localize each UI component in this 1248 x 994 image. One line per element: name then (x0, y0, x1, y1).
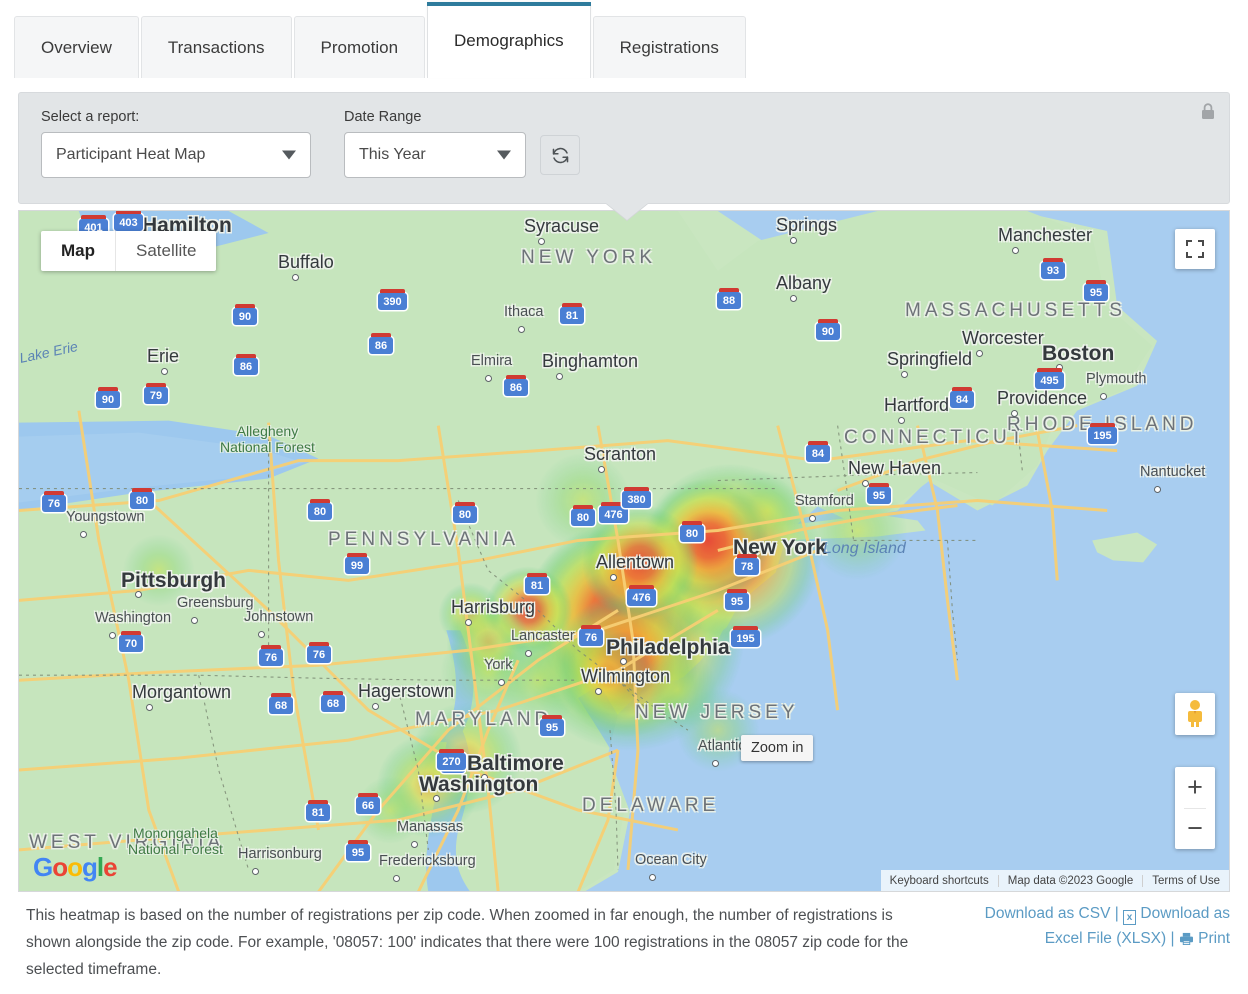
tab-promotion[interactable]: Promotion (293, 16, 426, 78)
excel-icon: x (1123, 910, 1137, 925)
map-type-switcher[interactable]: Map Satellite (41, 231, 217, 271)
zoom-out-button[interactable]: − (1175, 808, 1215, 849)
lock-icon (1201, 103, 1215, 125)
tab-label: Overview (41, 37, 112, 57)
report-control-panel: Select a report: Participant Heat Map Da… (18, 92, 1230, 204)
map-zoom-controls[interactable]: + − (1175, 767, 1215, 849)
tab-demographics[interactable]: Demographics (427, 2, 591, 78)
street-view-pegman-icon (1188, 700, 1202, 727)
chevron-down-icon (497, 150, 511, 160)
tab-label: Transactions (167, 37, 265, 57)
report-select[interactable]: Participant Heat Map (41, 132, 311, 178)
report-select-value: Participant Heat Map (56, 146, 206, 163)
date-range-select[interactable]: This Year (344, 132, 526, 178)
tab-label: Demographics (454, 30, 564, 50)
chevron-down-icon (282, 150, 296, 160)
map-base-layer (19, 211, 1229, 891)
tab-label: Promotion (320, 37, 399, 57)
tab-registrations[interactable]: Registrations (592, 16, 746, 78)
map-attribution: Keyboard shortcuts Map data ©2023 Google… (880, 870, 1229, 891)
footer: This heatmap is based on the number of r… (0, 896, 1248, 994)
keyboard-shortcuts-link[interactable]: Keyboard shortcuts (881, 875, 998, 887)
terms-of-use-link[interactable]: Terms of Use (1142, 874, 1229, 887)
zoom-in-button[interactable]: + (1175, 767, 1215, 808)
download-csv-link[interactable]: Download as CSV (985, 905, 1111, 922)
panel-pointer-arrow (606, 203, 648, 220)
report-tabs: Overview Transactions Promotion Demograp… (0, 0, 1248, 78)
link-separator: | (1110, 905, 1124, 922)
tab-overview[interactable]: Overview (14, 16, 139, 78)
map-type-satellite[interactable]: Satellite (116, 231, 216, 271)
link-separator: | (1166, 929, 1179, 947)
street-view-pegman-button[interactable] (1175, 693, 1215, 735)
report-field: Select a report: Participant Heat Map (41, 109, 311, 178)
heatmap-description: This heatmap is based on the number of r… (26, 907, 909, 979)
map-type-map[interactable]: Map (41, 231, 116, 271)
print-link[interactable]: Print (1198, 930, 1230, 947)
refresh-icon (552, 147, 568, 163)
date-range-select-value: This Year (359, 146, 426, 163)
zoom-divider (1184, 808, 1206, 809)
map-data-copyright: Map data ©2023 Google (997, 874, 1142, 887)
printer-icon (1179, 930, 1194, 947)
date-range-field-label: Date Range (344, 109, 422, 125)
refresh-button[interactable] (540, 135, 580, 175)
export-links: Download as CSV | x Download as Excel Fi… (950, 902, 1230, 952)
fullscreen-button[interactable] (1175, 229, 1215, 269)
participant-heat-map[interactable]: Map Satellite + − Zoom in Google Keyboar… (18, 210, 1230, 892)
tab-label: Registrations (619, 37, 719, 57)
google-logo: Google (33, 852, 118, 882)
fullscreen-icon (1186, 240, 1204, 258)
report-field-label: Select a report: (41, 109, 140, 125)
tab-transactions[interactable]: Transactions (140, 16, 292, 78)
date-range-field: Date Range This Year (344, 109, 526, 178)
zoom-in-tooltip: Zoom in (741, 735, 814, 761)
demographics-page: Overview Transactions Promotion Demograp… (0, 0, 1248, 994)
